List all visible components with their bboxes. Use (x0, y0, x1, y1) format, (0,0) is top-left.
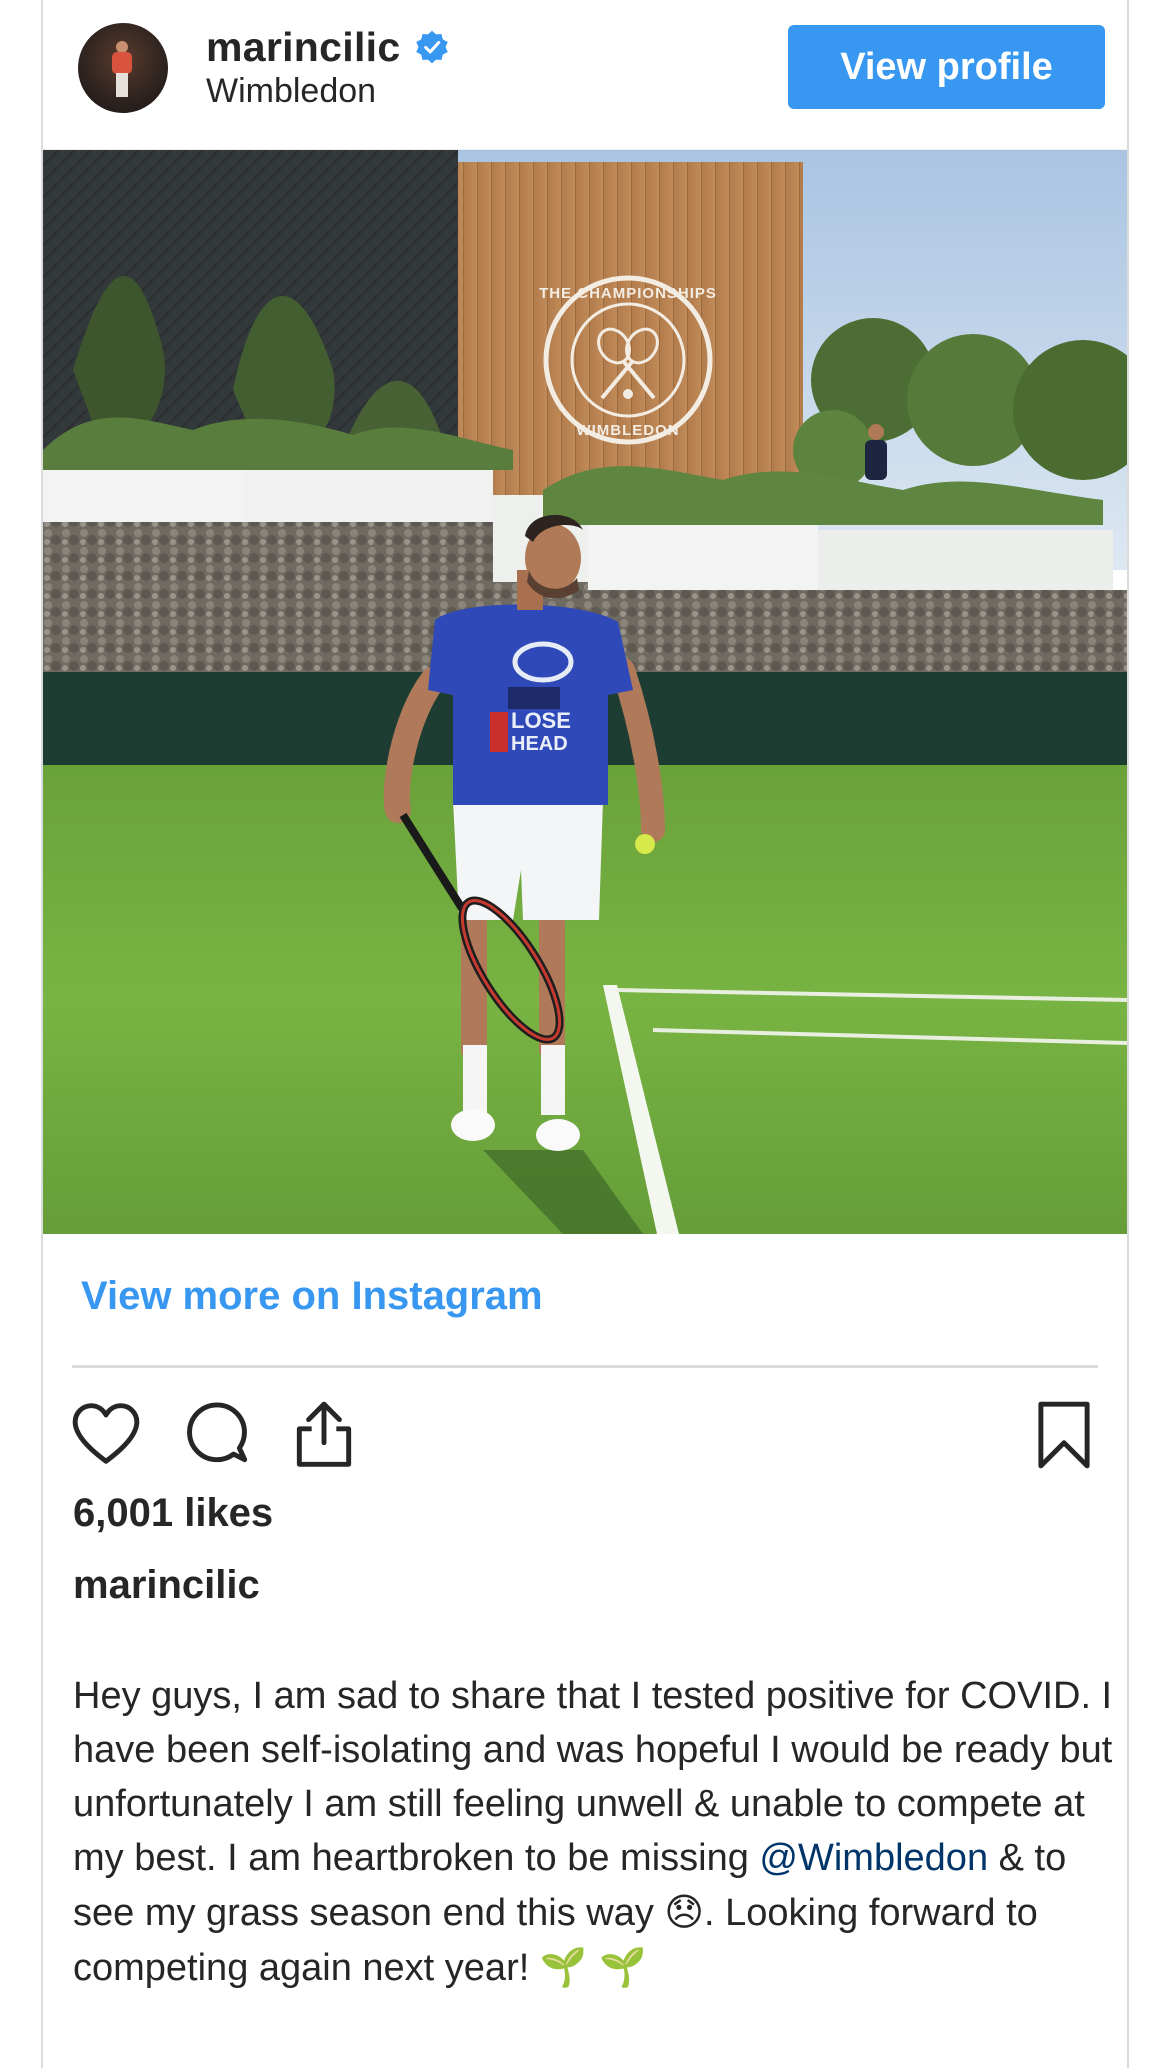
likes-count[interactable]: 6,001 likes (73, 1491, 273, 1536)
instagram-embed-card: marincilic Wimbledon View profile THE CH… (41, 0, 1129, 2068)
avatar-figure (110, 41, 134, 97)
seedling-emoji: 🌱 🌱 (539, 1945, 647, 1989)
post-header: marincilic Wimbledon View profile (43, 0, 1127, 150)
location-label[interactable]: Wimbledon (206, 72, 376, 111)
share-icon[interactable] (287, 1398, 361, 1472)
shirt-text-line2: HEAD (511, 733, 568, 755)
sign-top-text: THE CHAMPIONSHIPS (539, 285, 717, 302)
mention-link[interactable]: @Wimbledon (759, 1837, 988, 1879)
bookmark-icon[interactable] (1027, 1398, 1101, 1472)
view-profile-button[interactable]: View profile (788, 25, 1105, 109)
caption-username[interactable]: marincilic (73, 1563, 260, 1608)
avatar[interactable] (78, 23, 168, 113)
view-more-link[interactable]: View more on Instagram (81, 1274, 543, 1319)
post-photo[interactable]: THE CHAMPIONSHIPS WIMBLEDON LOSE HEAD (43, 150, 1127, 1234)
tennis-court-photo: THE CHAMPIONSHIPS WIMBLEDON LOSE HEAD (43, 150, 1127, 1234)
comment-icon[interactable] (180, 1398, 254, 1472)
verified-badge-icon (416, 30, 449, 64)
caption-text: Hey guys, I am sad to share that I teste… (73, 1669, 1113, 1995)
username[interactable]: marincilic (206, 24, 400, 71)
sad-face-emoji: 😞 (664, 1890, 705, 1934)
username-row: marincilic (206, 22, 450, 72)
heart-icon[interactable] (69, 1398, 143, 1472)
shirt-text-line1: LOSE (511, 708, 571, 733)
divider (72, 1365, 1098, 1368)
action-bar (43, 1388, 1127, 1478)
sign-bottom-text: WIMBLEDON (576, 422, 679, 439)
